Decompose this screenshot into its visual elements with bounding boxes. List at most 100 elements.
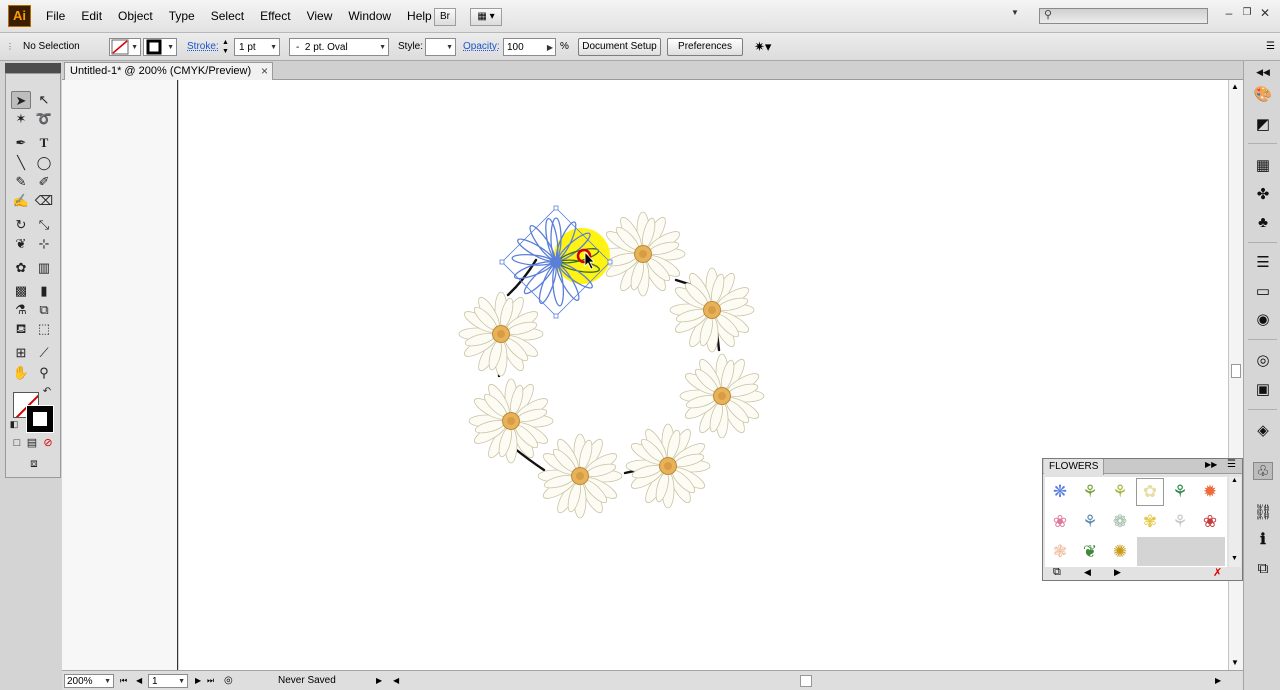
workspace-dropdown-icon[interactable]: ▼ [1008, 6, 1022, 20]
menu-file[interactable]: File [38, 0, 73, 33]
layers-panel-icon[interactable]: ◈ [1253, 422, 1273, 440]
color-mode-icon[interactable]: □ [10, 436, 24, 450]
color-panel-icon[interactable]: 🎨 [1253, 86, 1273, 104]
symbol-lotus[interactable]: ❁ [1105, 507, 1135, 537]
symbol-pink-rose[interactable]: ❀ [1045, 507, 1075, 537]
symbol-library-menu-icon[interactable]: ⧉ [1053, 566, 1061, 579]
blob-brush-tool-icon[interactable]: ✍ [11, 192, 31, 210]
flowers-panel-header[interactable]: FLOWERS ▶▶ ☰ [1043, 459, 1242, 475]
direct-selection-tool-icon[interactable]: ↖ [34, 91, 54, 109]
close-document-icon[interactable]: × [261, 63, 268, 79]
rotate-tool-icon[interactable]: ↻ [11, 216, 31, 234]
next-artboard-icon[interactable]: ▶ [195, 674, 201, 688]
mesh-tool-icon[interactable]: ▩ [11, 282, 31, 300]
pen-tool-icon[interactable]: ✒ [11, 134, 31, 152]
zoom-tool-icon[interactable]: ⚲ [34, 364, 54, 382]
stroke-stepper-icon[interactable]: ▲ ▼ [222, 38, 229, 56]
swatches-panel-icon[interactable]: ▦ [1253, 157, 1273, 175]
magic-wand-tool-icon[interactable]: ✶ [11, 110, 31, 128]
links-panel-icon[interactable]: ⛓ [1253, 504, 1273, 522]
collapse-dock-icon[interactable]: ◀◀ [1253, 63, 1273, 81]
gradient-mode-icon[interactable]: ▤ [25, 436, 39, 450]
info-panel-icon[interactable]: ℹ [1253, 531, 1273, 549]
tools-panel-header[interactable] [5, 63, 61, 73]
brushes-panel-icon[interactable]: ✤ [1253, 186, 1273, 204]
preferences-button[interactable]: Preferences [667, 38, 743, 56]
navigator-panel-icon[interactable]: ⧉ [1253, 560, 1273, 578]
panel-scrollbar[interactable]: ▲ ▼ [1229, 477, 1241, 567]
daisy-flower[interactable] [625, 423, 711, 509]
symbol-gerbera[interactable]: ✹ [1195, 477, 1225, 507]
artwork[interactable] [179, 80, 1228, 670]
document-setup-button[interactable]: Document Setup [578, 38, 661, 56]
minimize-icon[interactable]: – [1222, 6, 1236, 20]
symbol-sprayer-tool-icon[interactable]: ✿ [11, 259, 31, 277]
scale-tool-icon[interactable]: ⤡ [34, 216, 54, 234]
expand-panel-icon[interactable]: ▶▶ [1205, 460, 1217, 469]
daisy-flower[interactable] [679, 353, 765, 439]
symbol-dandelion[interactable]: ⚘ [1165, 507, 1195, 537]
scroll-thumb[interactable] [1231, 364, 1241, 378]
opacity-panel-link[interactable]: Opacity: [463, 38, 500, 56]
fill-color-picker[interactable]: ▼ [109, 38, 141, 56]
symbol-sunflower[interactable]: ✺ [1105, 537, 1135, 567]
daisy-flower[interactable] [669, 267, 755, 353]
symbol-leaf-sprig[interactable]: ❦ [1075, 537, 1105, 567]
gradient-tool-icon[interactable]: ▮ [34, 282, 54, 300]
live-paint-tool-icon[interactable]: ⛾ [11, 320, 31, 338]
default-colors-icon[interactable]: ◧ [7, 418, 21, 430]
scroll-left-icon[interactable]: ◀ [393, 674, 399, 688]
sparkle-tool-icon[interactable]: ✷▾ [754, 38, 771, 56]
symbol-wild-stem[interactable]: ⚘ [1105, 477, 1135, 507]
artboard-canvas[interactable] [179, 80, 1228, 670]
scroll-up-icon[interactable]: ▲ [1231, 82, 1239, 91]
search-help-input[interactable]: ⚲ [1039, 8, 1208, 24]
warp-tool-icon[interactable]: ❦ [11, 235, 31, 253]
daisy-flower[interactable] [600, 211, 686, 297]
document-tab[interactable]: Untitled-1* @ 200% (CMYK/Preview) × [64, 62, 273, 80]
scroll-up-icon[interactable]: ▲ [1231, 477, 1238, 484]
symbol-tulip-bud[interactable]: ⚘ [1165, 477, 1195, 507]
bridge-button[interactable]: Br [434, 8, 456, 26]
screen-mode-icon[interactable]: ⧈ [22, 456, 46, 470]
symbols-panel-active-icon[interactable]: ♧ [1253, 462, 1273, 480]
color-guide-icon[interactable]: ◩ [1253, 116, 1273, 134]
paintbrush-tool-icon[interactable]: ✎ [11, 173, 31, 191]
stroke-color-picker[interactable]: ▼ [143, 38, 177, 56]
appearance-panel-icon[interactable]: ◎ [1253, 352, 1273, 370]
scroll-right-icon[interactable]: ▶ [1215, 674, 1221, 688]
menu-window[interactable]: Window [340, 0, 399, 33]
ellipse-tool-icon[interactable]: ◯ [34, 154, 54, 172]
eraser-tool-icon[interactable]: ⌫ [34, 192, 54, 210]
symbol-cornflower[interactable]: ❋ [1045, 477, 1075, 507]
horizontal-scroll-thumb[interactable] [800, 675, 812, 687]
graphic-styles-icon[interactable]: ▣ [1253, 381, 1273, 399]
opacity-field[interactable]: 100 ▶ [503, 38, 556, 56]
symbol-red-rose[interactable]: ❀ [1195, 507, 1225, 537]
menu-select[interactable]: Select [203, 0, 252, 33]
first-artboard-icon[interactable]: ⏮ [120, 674, 127, 688]
menu-type[interactable]: Type [161, 0, 203, 33]
scroll-down-icon[interactable]: ▼ [1231, 555, 1238, 562]
vertical-scrollbar[interactable]: ▲ ▼ [1228, 80, 1243, 670]
daisy-flower[interactable] [458, 291, 544, 377]
flowers-panel-title[interactable]: FLOWERS [1044, 459, 1105, 475]
lasso-tool-icon[interactable]: ➰ [34, 110, 54, 128]
stroke-weight-field[interactable]: 1 pt ▼ [234, 38, 280, 56]
pencil-tool-icon[interactable]: ✐ [34, 173, 54, 191]
symbol-daisy[interactable]: ✿ [1135, 477, 1165, 507]
maximize-icon[interactable]: ❐ [1240, 6, 1254, 20]
live-paint-selection-icon[interactable]: ⬚ [34, 320, 54, 338]
next-library-icon[interactable]: ▶ [1114, 567, 1121, 578]
artboard-number-field[interactable]: 1 ▼ [148, 674, 188, 688]
graphic-style-picker[interactable]: ▼ [425, 38, 456, 56]
daisy-flower[interactable] [468, 378, 554, 464]
menu-object[interactable]: Object [110, 0, 161, 33]
line-tool-icon[interactable]: ╲ [11, 154, 31, 172]
free-transform-tool-icon[interactable]: ⊹ [34, 235, 54, 253]
close-window-icon[interactable]: ✕ [1258, 6, 1272, 20]
menu-view[interactable]: View [299, 0, 341, 33]
daisy-flower[interactable] [537, 433, 623, 519]
slice-tool-icon[interactable]: ⟋ [34, 344, 54, 362]
arrange-documents-button[interactable]: ▦ ▾ [470, 8, 502, 26]
